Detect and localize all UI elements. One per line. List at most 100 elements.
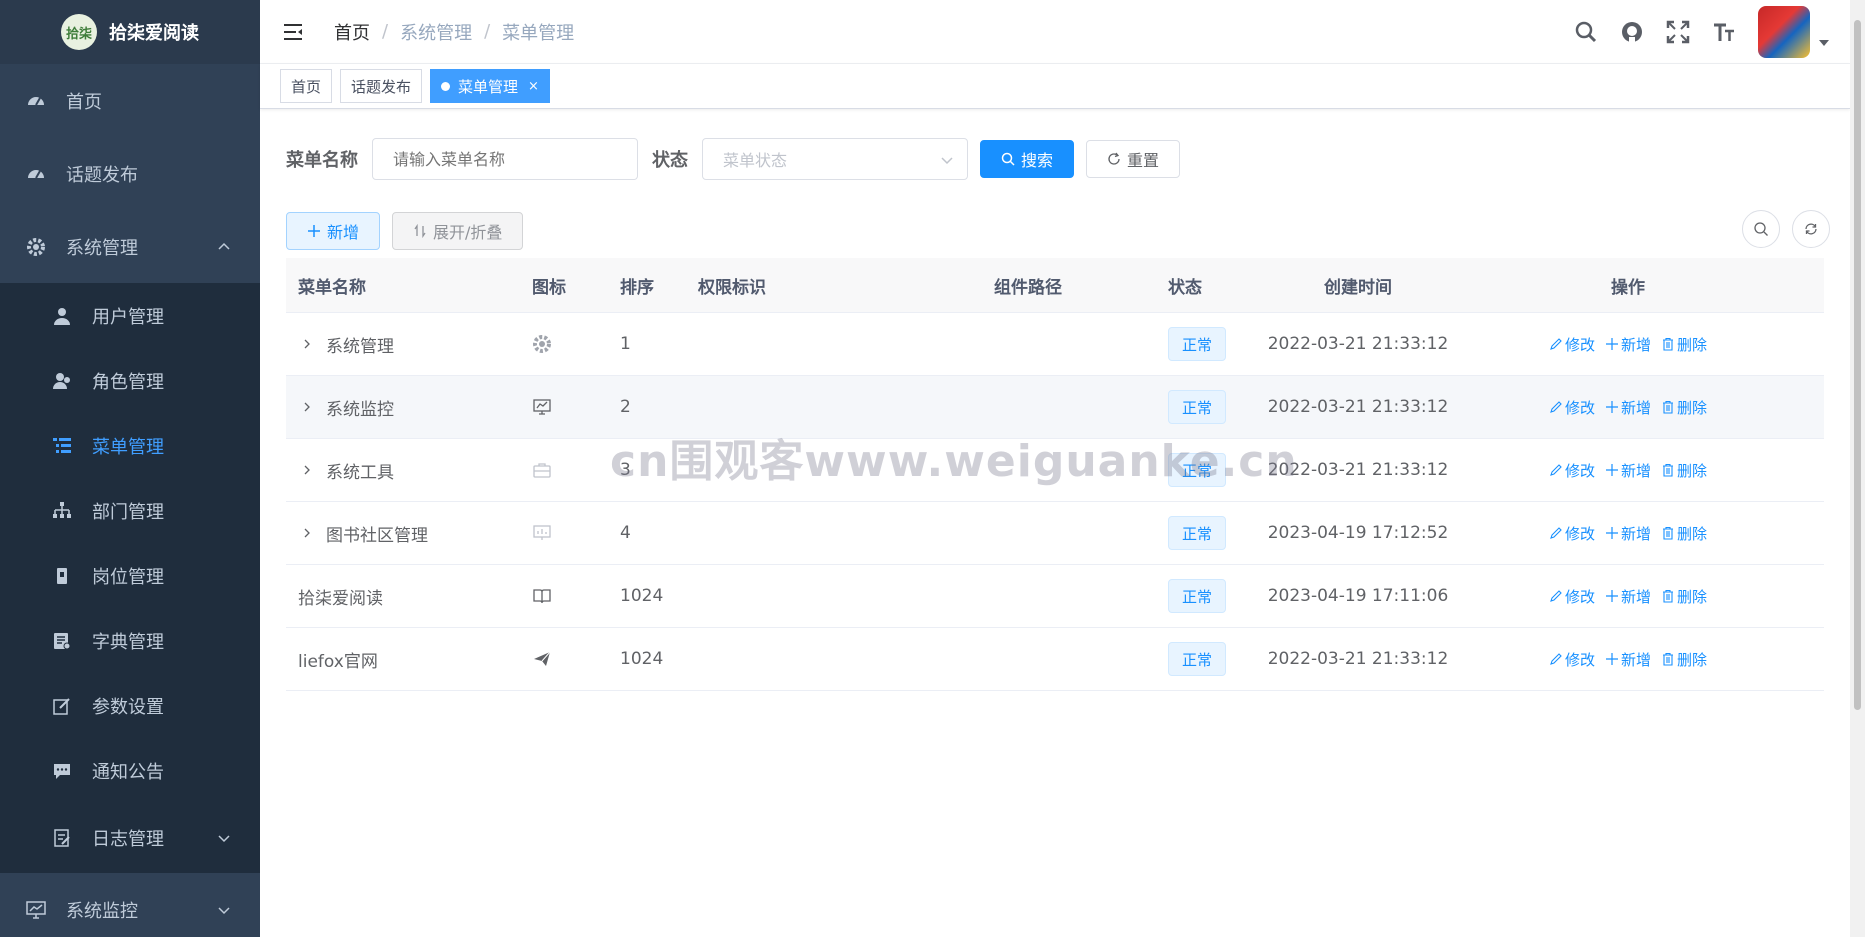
edit-button[interactable]: 修改 bbox=[1549, 460, 1595, 481]
sidebar-item-label: 话题发布 bbox=[66, 164, 138, 186]
edit-icon bbox=[52, 696, 72, 716]
edit-icon bbox=[1550, 590, 1562, 602]
add-child-button[interactable]: 新增 bbox=[1605, 649, 1651, 670]
sidebar-item-notices[interactable]: 通知公告 bbox=[0, 738, 260, 803]
edit-button[interactable]: 修改 bbox=[1549, 523, 1595, 544]
cell-time: 2022-03-21 21:33:12 bbox=[1267, 397, 1449, 417]
sidebar-item-system[interactable]: 系统管理 bbox=[0, 210, 260, 283]
chevron-right-icon[interactable] bbox=[298, 461, 316, 479]
fullscreen-icon[interactable] bbox=[1666, 20, 1690, 44]
edit-icon bbox=[1550, 464, 1562, 476]
sidebar-item-home[interactable]: 首页 bbox=[0, 64, 260, 137]
breadcrumb: 首页 / 系统管理 / 菜单管理 bbox=[334, 19, 574, 45]
sidebar-item-topic[interactable]: 话题发布 bbox=[0, 137, 260, 210]
th-name: 菜单名称 bbox=[298, 277, 366, 298]
add-child-button[interactable]: 新增 bbox=[1605, 397, 1651, 418]
caret-down-icon[interactable] bbox=[1818, 37, 1830, 49]
sidebar-item-dicts[interactable]: 字典管理 bbox=[0, 608, 260, 673]
status-select[interactable]: 菜单状态 bbox=[702, 138, 968, 180]
sidebar-item-label: 岗位管理 bbox=[92, 566, 164, 588]
search-form: 菜单名称 状态 菜单状态 搜索 重置 bbox=[286, 138, 1181, 180]
add-menu-button[interactable]: 新增 bbox=[286, 212, 381, 250]
logo[interactable]: 拾柒 拾柒爱阅读 bbox=[0, 0, 260, 64]
sidebar-item-params[interactable]: 参数设置 bbox=[0, 673, 260, 738]
page-scrollbar[interactable] bbox=[1850, 0, 1865, 937]
close-icon[interactable]: × bbox=[528, 79, 539, 94]
plus-icon bbox=[1605, 527, 1618, 539]
cell-order: 1 bbox=[620, 334, 631, 354]
sidebar-item-logs[interactable]: 日志管理 bbox=[0, 803, 260, 873]
edit-button[interactable]: 修改 bbox=[1549, 334, 1595, 355]
menu-name-input[interactable] bbox=[372, 138, 638, 180]
paper-plane-icon bbox=[534, 651, 551, 666]
cell-ops: 修改 新增 删除 bbox=[1478, 460, 1778, 481]
sidebar-item-depts[interactable]: 部门管理 bbox=[0, 478, 260, 543]
edit-button[interactable]: 修改 bbox=[1549, 586, 1595, 607]
breadcrumb-separator: / bbox=[382, 21, 389, 42]
breadcrumb-home[interactable]: 首页 bbox=[334, 19, 370, 45]
right-toolbar bbox=[1742, 210, 1830, 248]
add-label: 新增 bbox=[1620, 398, 1651, 417]
chevron-right-icon[interactable] bbox=[298, 398, 316, 416]
edit-label: 修改 bbox=[1564, 335, 1595, 354]
chevron-down-icon bbox=[218, 906, 230, 914]
watermark: cn围观客www.weiguanke.cn bbox=[610, 436, 1298, 487]
sidebar-item-users[interactable]: 用户管理 bbox=[0, 283, 260, 348]
cell-icon bbox=[528, 649, 618, 669]
th-path: 组件路径 bbox=[994, 277, 1062, 298]
plus-icon bbox=[1605, 653, 1618, 665]
search-button[interactable]: 搜索 bbox=[980, 140, 1075, 178]
sidebar-item-posts[interactable]: 岗位管理 bbox=[0, 543, 260, 608]
chevron-right-icon[interactable] bbox=[298, 524, 316, 542]
delete-button[interactable]: 删除 bbox=[1661, 460, 1707, 481]
delete-button[interactable]: 删除 bbox=[1661, 334, 1707, 355]
chevron-up-icon bbox=[218, 242, 230, 250]
gear-icon bbox=[533, 335, 551, 353]
status-badge: 正常 bbox=[1168, 642, 1227, 676]
edit-button[interactable]: 修改 bbox=[1549, 397, 1595, 418]
cell-status: 正常 bbox=[1158, 390, 1238, 424]
avatar[interactable] bbox=[1758, 6, 1810, 58]
menu-name: 图书社区管理 bbox=[326, 525, 428, 546]
github-icon[interactable] bbox=[1620, 20, 1644, 44]
delete-label: 删除 bbox=[1677, 461, 1708, 480]
reset-button[interactable]: 重置 bbox=[1086, 140, 1181, 178]
tag-topic[interactable]: 话题发布 bbox=[340, 69, 423, 103]
sidebar-item-label: 系统监控 bbox=[66, 900, 138, 922]
status-badge: 正常 bbox=[1168, 327, 1227, 361]
sidebar-item-menus[interactable]: 菜单管理 bbox=[0, 413, 260, 478]
toggle-search-button[interactable] bbox=[1742, 210, 1780, 248]
sidebar-item-monitor[interactable]: 系统监控 bbox=[0, 873, 260, 937]
chevron-right-icon[interactable] bbox=[298, 335, 316, 353]
plus-icon bbox=[1605, 590, 1618, 602]
add-child-button[interactable]: 新增 bbox=[1605, 586, 1651, 607]
tag-label: 话题发布 bbox=[351, 77, 412, 96]
delete-label: 删除 bbox=[1677, 524, 1708, 543]
tag-home[interactable]: 首页 bbox=[280, 69, 333, 103]
delete-button[interactable]: 删除 bbox=[1661, 523, 1707, 544]
cell-status: 正常 bbox=[1158, 579, 1238, 613]
add-child-button[interactable]: 新增 bbox=[1605, 334, 1651, 355]
table-header: 菜单名称 图标 排序 权限标识 组件路径 状态 创建时间 操作 bbox=[286, 258, 1824, 313]
refresh-button[interactable] bbox=[1792, 210, 1830, 248]
delete-button[interactable]: 删除 bbox=[1661, 586, 1707, 607]
search-icon[interactable] bbox=[1574, 20, 1598, 44]
tag-menu[interactable]: 菜单管理 × bbox=[430, 69, 550, 103]
add-child-button[interactable]: 新增 bbox=[1605, 523, 1651, 544]
add-child-button[interactable]: 新增 bbox=[1605, 460, 1651, 481]
hamburger-icon[interactable] bbox=[282, 21, 304, 43]
expand-collapse-button[interactable]: 展开/折叠 bbox=[392, 212, 524, 250]
add-label: 新增 bbox=[1620, 335, 1651, 354]
monitor-icon bbox=[26, 900, 46, 920]
cell-name: 系统工具 bbox=[286, 458, 528, 483]
sidebar-item-roles[interactable]: 角色管理 bbox=[0, 348, 260, 413]
font-size-icon[interactable] bbox=[1712, 20, 1736, 44]
scrollbar-thumb[interactable] bbox=[1854, 20, 1861, 710]
add-label: 新增 bbox=[1620, 461, 1651, 480]
delete-button[interactable]: 删除 bbox=[1661, 649, 1707, 670]
edit-button[interactable]: 修改 bbox=[1549, 649, 1595, 670]
cell-time: 2023-04-19 17:12:52 bbox=[1267, 523, 1449, 543]
cell-status: 正常 bbox=[1158, 327, 1238, 361]
delete-button[interactable]: 删除 bbox=[1661, 397, 1707, 418]
th-icon: 图标 bbox=[532, 277, 566, 298]
